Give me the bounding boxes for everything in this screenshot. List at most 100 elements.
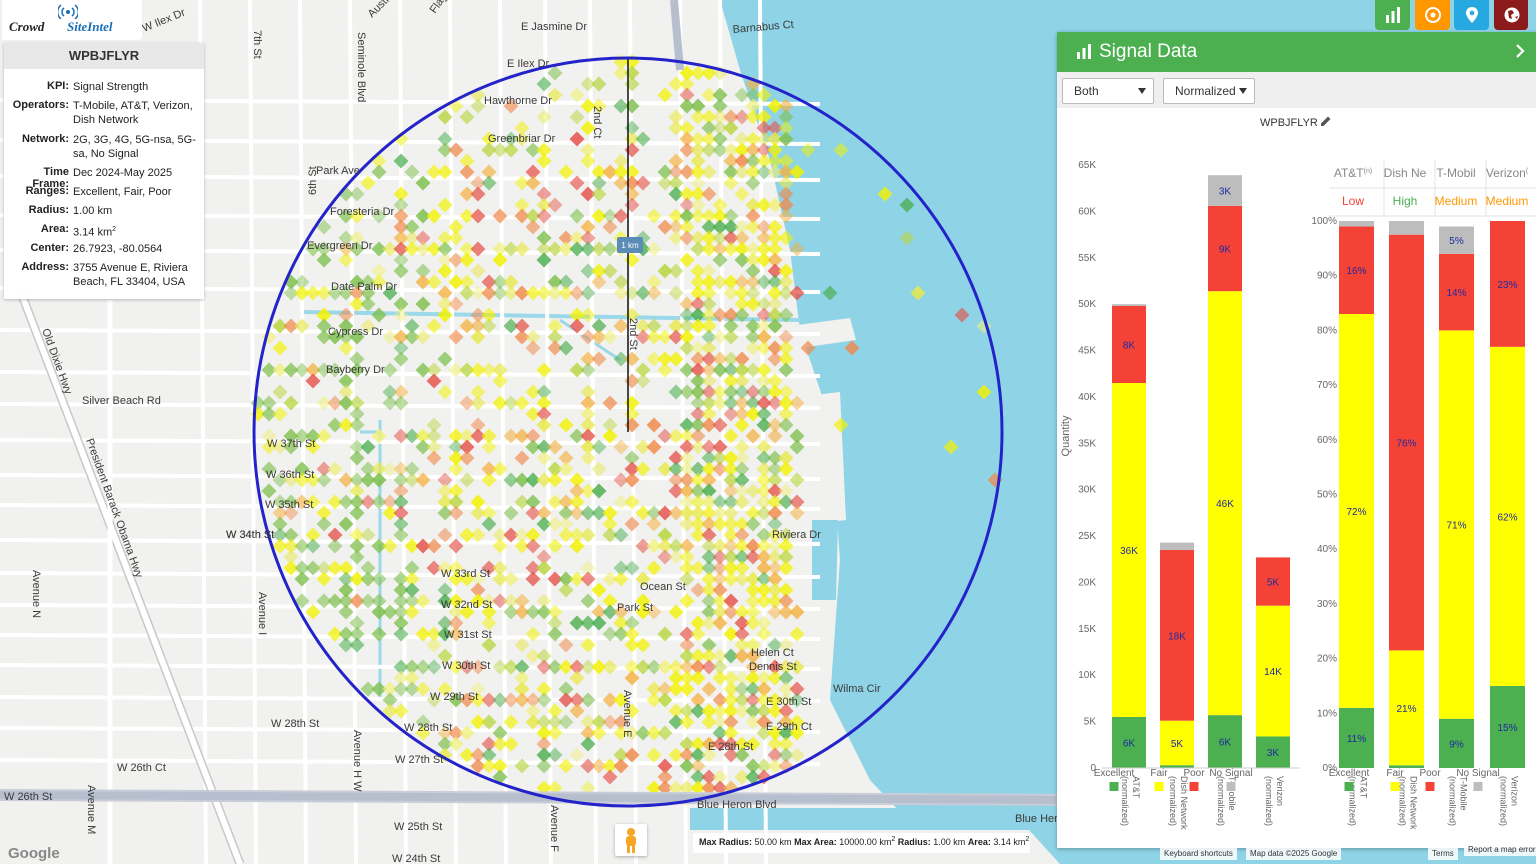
radius-footer: Max Radius: 50.00 km Max Area: 10000.00 … — [693, 833, 1030, 853]
legend-swatch[interactable] — [1425, 782, 1435, 791]
bar-data-label: 3K — [1219, 187, 1232, 198]
legend-label: Fair — [1386, 768, 1404, 779]
pct-tick-label: 70% — [1317, 380, 1337, 391]
street-label: Date Palm Dr — [331, 281, 397, 293]
pct-data-label: 5% — [1449, 236, 1464, 247]
pct-x-tick-label: Verizon(normalized) — [1499, 776, 1520, 826]
pct-tick-label: 40% — [1317, 544, 1337, 555]
target-icon — [1425, 7, 1441, 23]
bar-data-label: 18K — [1168, 631, 1186, 642]
street-label: W 34th St — [226, 529, 274, 541]
street-label: Park Ave — [316, 165, 360, 177]
target-button[interactable] — [1415, 0, 1450, 30]
column-header: Verizon( — [1486, 166, 1529, 180]
pct-bar-segment[interactable] — [1389, 221, 1424, 235]
map-pin-icon — [1466, 7, 1478, 23]
bar-segment[interactable] — [1160, 542, 1194, 550]
column-header: AT&T(n) — [1334, 166, 1372, 180]
street-label: W 36th St — [266, 469, 314, 481]
pct-data-label: 11% — [1347, 734, 1366, 745]
pct-tick-label: 90% — [1317, 271, 1337, 282]
pct-x-tick-label: Dish Network(normalized) — [1398, 776, 1419, 830]
street-label: Avenue M — [85, 785, 97, 834]
info-row-center: Center: 26.7923, -80.0564 — [30, 242, 163, 255]
street-label: W 30th St — [442, 660, 490, 672]
street-label: 2nd Ct — [591, 106, 603, 138]
bar-data-label: 9K — [1219, 244, 1232, 255]
y-tick-label: 40K — [1078, 392, 1096, 403]
chevron-down-icon — [1239, 88, 1247, 94]
x-tick-label: AT&T(normalized) — [1120, 776, 1141, 826]
rating-label: Medium — [1486, 194, 1529, 208]
chart-button[interactable] — [1375, 0, 1410, 30]
legend-swatch[interactable] — [1390, 782, 1400, 791]
globe-button[interactable] — [1494, 0, 1528, 30]
street-label: Foresteria Dr — [330, 206, 395, 218]
edit-icon[interactable] — [1321, 116, 1331, 127]
legend-swatch[interactable] — [1109, 782, 1119, 791]
info-row-network: Network: 2G, 3G, 4G, 5G-nsa, 5G-sa, No Si… — [21, 133, 196, 160]
street-label: 7th St — [251, 30, 263, 59]
legend-swatch[interactable] — [1226, 782, 1236, 791]
pct-data-label: 21% — [1396, 704, 1416, 715]
site-id-title: WPBJFLYR — [4, 43, 204, 69]
pct-data-label: 71% — [1446, 521, 1466, 532]
location-button[interactable] — [1454, 0, 1489, 30]
panel-title: Signal Data — [1099, 41, 1198, 62]
logo-text-siteintel: SiteIntel — [67, 19, 113, 34]
legend-swatch[interactable] — [1344, 782, 1354, 791]
y-tick-label: 35K — [1078, 438, 1096, 449]
legend-label: No Signal — [1456, 768, 1499, 779]
street-label: E Jasmine Dr — [521, 21, 587, 33]
rating-label: High — [1393, 194, 1418, 208]
pct-x-tick-label: T-Mobile(normalized) — [1448, 776, 1469, 826]
street-label: W 37th St — [267, 438, 315, 450]
street-label: Silver Beach Rd — [82, 395, 161, 407]
bar-data-label: 36K — [1120, 546, 1138, 557]
keyboard-shortcuts-link[interactable]: Keyboard shortcuts — [1160, 848, 1237, 860]
street-view-pegman[interactable] — [615, 824, 647, 856]
chevron-right-icon[interactable] — [1514, 43, 1526, 59]
street-label: Avenue H W — [351, 730, 363, 792]
logo-text-crowd: Crowd — [9, 19, 45, 34]
pct-tick-label: 60% — [1317, 435, 1337, 446]
bar-segment[interactable] — [1112, 304, 1146, 307]
street-label: W 31st St — [444, 629, 492, 641]
mode-select[interactable]: Normalized — [1163, 78, 1255, 104]
street-label: Ocean St — [640, 581, 686, 593]
street-label: Avenue E — [621, 690, 633, 738]
street-label: W 25th St — [394, 821, 442, 833]
bar-chart-icon — [1077, 44, 1091, 59]
column-header: T-Mobil — [1436, 166, 1475, 180]
legend-label: Poor — [1183, 768, 1205, 779]
info-row-kpi: KPI: Signal Strength — [47, 80, 149, 93]
legend-label: No Signal — [1209, 768, 1252, 779]
street-label: Avenue F — [548, 805, 560, 852]
y-tick-label: 55K — [1078, 253, 1096, 264]
info-row-ranges: Ranges: Excellent, Fair, Poor — [25, 185, 172, 198]
street-label: Hawthorne Dr — [484, 95, 552, 107]
pct-data-label: 15% — [1497, 723, 1517, 734]
x-tick-label: Verizon(normalized) — [1264, 776, 1285, 826]
report-error-link[interactable]: Report a map error — [1464, 844, 1536, 856]
legend-label: Excellent — [1329, 768, 1370, 779]
app-logo: Crowd SiteIntel — [2, 0, 142, 40]
google-logo: Google — [8, 845, 60, 862]
street-label: W 26th St — [4, 791, 52, 803]
street-label: Avenue N — [30, 570, 42, 618]
street-label: W 26th Ct — [117, 762, 166, 774]
pegman-icon — [626, 828, 636, 853]
operator-select[interactable]: Both — [1062, 78, 1154, 104]
pct-bar-segment[interactable] — [1339, 221, 1374, 227]
street-label: W 27th St — [395, 754, 443, 766]
pct-data-label: 16% — [1346, 266, 1366, 277]
chart-title: WPBJFLYR — [1260, 117, 1318, 129]
legend-swatch[interactable] — [1473, 782, 1483, 791]
terms-link[interactable]: Terms — [1428, 848, 1458, 860]
legend-swatch[interactable] — [1189, 782, 1199, 791]
bar-chart-icon — [1386, 7, 1400, 23]
pct-tick-label: 100% — [1311, 216, 1337, 227]
legend-swatch[interactable] — [1154, 782, 1164, 791]
street-label: E 28th St — [708, 741, 753, 753]
y-tick-label: 50K — [1078, 299, 1096, 310]
